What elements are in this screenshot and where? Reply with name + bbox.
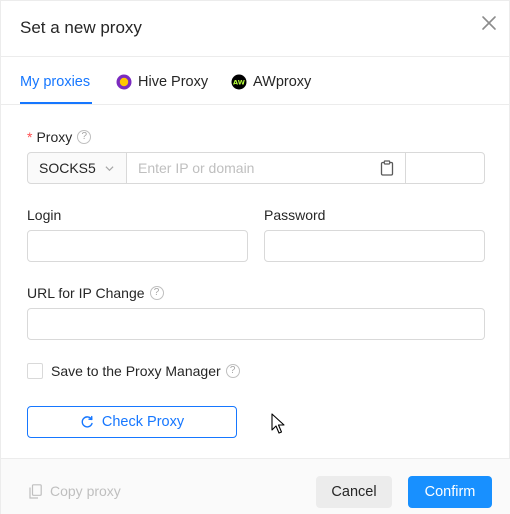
ip-change-url-label-text: URL for IP Change [27,285,145,301]
port-input[interactable] [405,152,485,184]
required-mark: * [27,129,33,145]
protocol-value: SOCKS5 [39,160,96,176]
password-label: Password [264,207,326,223]
check-proxy-label: Check Proxy [101,414,185,430]
svg-text:AW: AW [233,79,245,87]
save-to-manager-checkbox[interactable] [27,363,43,379]
tab-hive-proxy[interactable]: Hive Proxy [116,74,208,90]
help-icon[interactable]: ? [149,286,164,300]
active-tab-indicator [20,102,92,104]
proxy-dialog: Set a new proxy My proxies Hive Proxy AW… [0,0,510,514]
tab-label: Hive Proxy [138,74,209,90]
password-input[interactable] [264,230,485,262]
copy-proxy-label: Copy proxy [50,483,121,499]
ip-change-url-label: URL for IP Change ? [27,285,164,301]
mouse-pointer-icon [271,413,285,434]
hive-proxy-logo-icon [116,74,132,90]
help-icon[interactable]: ? [77,130,92,144]
proxy-source-tabs: My proxies Hive Proxy AW AWproxy [1,57,510,105]
protocol-select[interactable]: SOCKS5 [27,152,127,184]
tab-my-proxies[interactable]: My proxies [20,74,90,90]
clipboard-icon[interactable] [380,160,394,176]
tab-awproxy[interactable]: AW AWproxy [231,74,311,90]
help-icon[interactable]: ? [225,364,240,378]
dialog-title: Set a new proxy [20,18,142,37]
cancel-button[interactable]: Cancel [316,476,392,508]
tab-label: My proxies [20,74,91,90]
save-to-manager-label: Save to the Proxy Manager ? [51,363,240,379]
tab-label: AWproxy [253,74,312,90]
proxy-label: * Proxy ? [27,129,92,145]
proxy-label-text: Proxy [36,129,73,145]
close-icon[interactable] [479,13,499,33]
check-proxy-button[interactable]: Check Proxy [27,406,237,438]
ip-change-url-input[interactable] [27,308,485,340]
login-label: Login [27,207,62,223]
confirm-button[interactable]: Confirm [408,476,492,508]
refresh-icon [81,415,93,428]
chevron-down-icon [105,166,114,172]
host-input[interactable] [126,152,406,184]
dialog-header: Set a new proxy [1,1,510,57]
proxy-input-group: SOCKS5 [27,152,485,184]
copy-icon [29,483,42,499]
copy-proxy-button[interactable]: Copy proxy [29,483,121,499]
login-input[interactable] [27,230,248,262]
dialog-footer: Copy proxy Cancel Confirm [1,458,510,514]
awproxy-logo-icon: AW [231,74,247,90]
save-to-manager-label-text: Save to the Proxy Manager [51,363,221,379]
